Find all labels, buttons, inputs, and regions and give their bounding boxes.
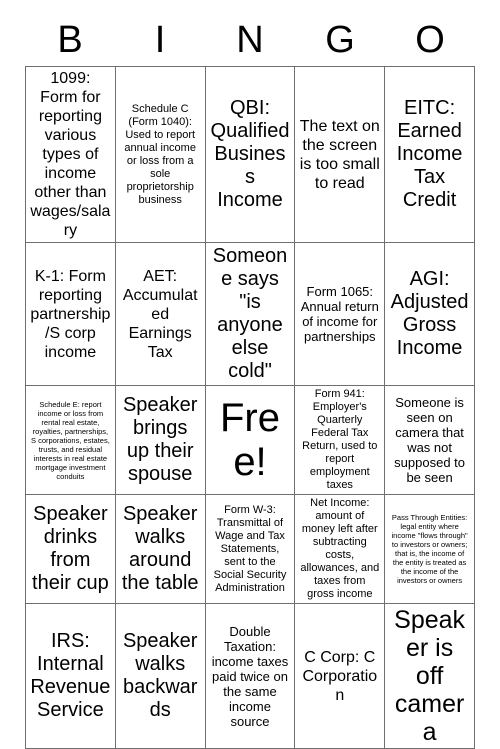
bingo-header-letter-b: B	[57, 19, 83, 61]
bingo-cell-g5[interactable]: C Corp: C Corporation	[294, 603, 386, 749]
bingo-cell-b2[interactable]: K-1: Form reporting partnership/S corp i…	[25, 242, 116, 386]
bingo-cell-o5[interactable]: Speaker is off camera	[384, 603, 475, 749]
bingo-cell-free-space[interactable]: Free!	[204, 385, 296, 495]
bingo-header-letter-g: G	[325, 19, 355, 61]
bingo-cell-g2[interactable]: Form 1065: Annual return of income for p…	[294, 242, 386, 386]
bingo-cell-b4[interactable]: Speaker drinks from their cup	[25, 494, 116, 604]
bingo-header-letter-n: N	[236, 19, 264, 61]
bingo-cell-n2[interactable]: Someone says "is anyone else cold"	[204, 242, 296, 386]
bingo-cell-i1[interactable]: Schedule C (Form 1040): Used to report a…	[114, 66, 206, 243]
bingo-header-letter-o: O	[415, 19, 445, 61]
bingo-cell-i5[interactable]: Speaker walks backwards	[114, 603, 206, 749]
bingo-card: B I N G O 1099: Form for reporting vario…	[0, 0, 500, 749]
bingo-row: Speaker drinks from their cup Speaker wa…	[25, 494, 475, 604]
bingo-cell-o4[interactable]: Pass Through Entities: legal entity wher…	[384, 494, 475, 604]
bingo-cell-b1[interactable]: 1099: Form for reporting various types o…	[25, 66, 116, 243]
bingo-header-letter-i: I	[154, 19, 166, 61]
bingo-header-row: B I N G O	[25, 0, 475, 62]
bingo-cell-n1[interactable]: QBI: Qualified Business Income	[204, 66, 296, 243]
bingo-cell-i2[interactable]: AET: Accumulated Earnings Tax	[114, 242, 206, 386]
bingo-row: Schedule E: report income or loss from r…	[25, 385, 475, 495]
bingo-cell-o2[interactable]: AGI: Adjusted Gross Income	[384, 242, 475, 386]
bingo-cell-o1[interactable]: EITC: Earned Income Tax Credit	[384, 66, 475, 243]
bingo-cell-n4[interactable]: Form W-3: Transmittal of Wage and Tax St…	[204, 494, 296, 604]
bingo-cell-i4[interactable]: Speaker walks around the table	[114, 494, 206, 604]
bingo-cell-n5[interactable]: Double Taxation: income taxes paid twice…	[204, 603, 296, 749]
bingo-row: 1099: Form for reporting various types o…	[25, 66, 475, 243]
bingo-cell-g3[interactable]: Form 941: Employer's Quarterly Federal T…	[294, 385, 386, 495]
bingo-cell-b5[interactable]: IRS: Internal Revenue Service	[25, 603, 116, 749]
bingo-cell-g4[interactable]: Net Income: amount of money left after s…	[294, 494, 386, 604]
bingo-cell-b3[interactable]: Schedule E: report income or loss from r…	[25, 385, 116, 495]
bingo-cell-i3[interactable]: Speaker brings up their spouse	[114, 385, 206, 495]
bingo-row: IRS: Internal Revenue Service Speaker wa…	[25, 603, 475, 749]
bingo-row: K-1: Form reporting partnership/S corp i…	[25, 242, 475, 386]
bingo-cell-o3[interactable]: Someone is seen on camera that was not s…	[384, 385, 475, 495]
bingo-cell-g1[interactable]: The text on the screen is too small to r…	[294, 66, 386, 243]
bingo-grid: 1099: Form for reporting various types o…	[25, 66, 475, 749]
